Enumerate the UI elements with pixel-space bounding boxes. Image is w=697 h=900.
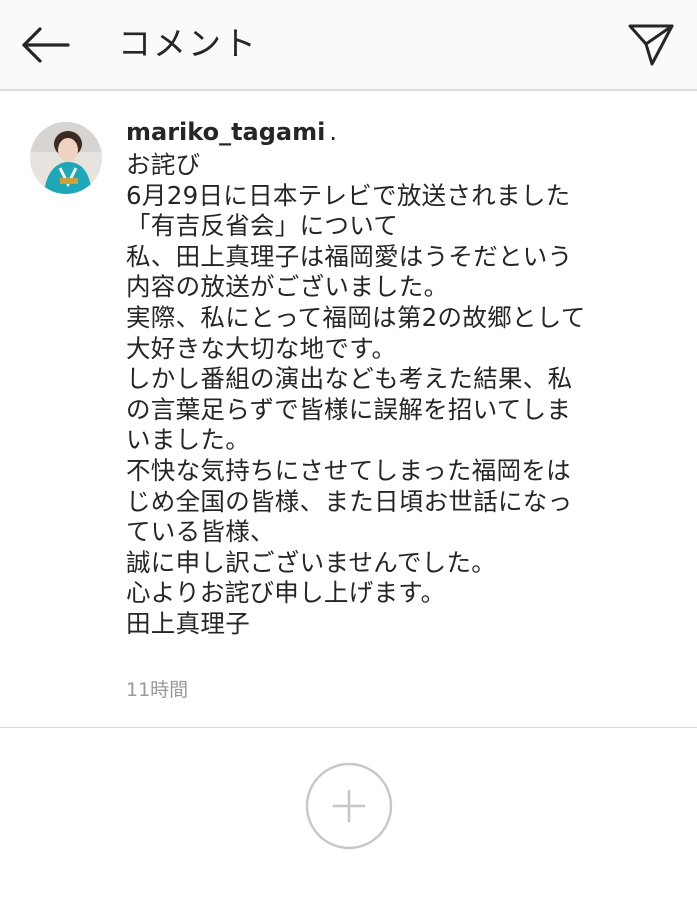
username-text[interactable]: mariko_tagami (126, 118, 325, 146)
comment-line: 心よりお詫び申し上げます。 (126, 578, 446, 608)
comment-line: じめ全国の皆様、また日頃お世話になっ (126, 486, 573, 516)
share-button[interactable] (624, 20, 678, 70)
arrow-left-icon (22, 27, 70, 63)
comment-body: お詫び 6月29日に日本テレビで放送されました 「有吉反省会」について 私、田上… (126, 150, 671, 640)
comment-line: 誠に申し訳ございませんでした。 (126, 547, 497, 577)
comment: mariko_tagami. お詫び 6月29日に日本テレビで放送されました 「… (126, 114, 671, 640)
comment-line: 大好きな大切な地です。 (126, 333, 397, 363)
page-title: コメント (118, 24, 258, 63)
comment-line: ている皆様、 (126, 517, 275, 547)
avatar[interactable] (30, 122, 102, 194)
comment-line: 「有吉反省会」について (126, 211, 399, 241)
comment-line: しかし番組の演出なども考えた結果、私 (126, 364, 573, 394)
comment-line: 6月29日に日本テレビで放送されました (126, 180, 571, 210)
comment-line: 内容の放送がございました。 (126, 272, 449, 302)
plus-circle-icon (305, 762, 393, 850)
comment-line: の言葉足らずで皆様に誤解を招いてしま (126, 394, 572, 424)
comment-author[interactable]: mariko_tagami. (126, 114, 671, 150)
comment-line: 私、田上真理子は福岡愛はうそだという (126, 241, 573, 271)
top-bar: コメント (0, 0, 697, 91)
divider (0, 727, 697, 728)
comment-line: お詫び (126, 150, 201, 179)
username-suffix: . (329, 118, 337, 146)
load-more-button[interactable] (305, 762, 393, 850)
comment-line: 不快な気持ちにさせてしまった福岡をは (126, 455, 571, 485)
paper-plane-icon (628, 24, 674, 66)
comment-line: 田上真理子 (126, 608, 250, 638)
comment-line: いました。 (126, 425, 250, 455)
back-button[interactable] (18, 22, 74, 68)
comment-line: 実際、私にとって福岡は第2の故郷として (126, 302, 586, 332)
comment-timestamp: 11時間 (126, 679, 189, 701)
profile-photo (30, 122, 102, 194)
